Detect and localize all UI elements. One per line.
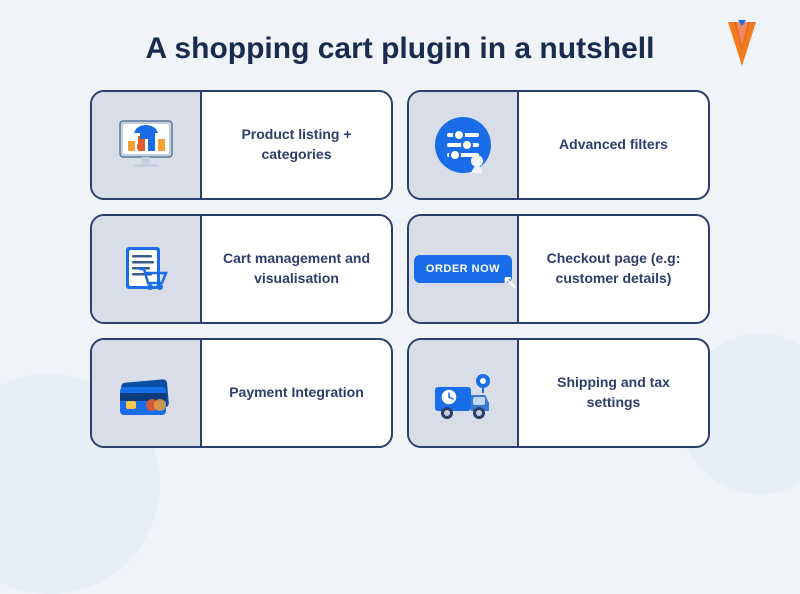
main-container: A shopping cart plugin in a nutshell — [0, 0, 800, 534]
card-text-cart-management: Cart management and visualisation — [202, 239, 391, 298]
card-text-product-listing: Product listing + categories — [202, 115, 391, 174]
card-text-shipping: Shipping and tax settings — [519, 363, 708, 422]
card-icon-shipping — [409, 340, 519, 446]
card-shipping: Shipping and tax settings — [407, 338, 710, 448]
card-icon-payment — [92, 340, 202, 446]
card-label-cart-management: Cart management and visualisation — [216, 249, 377, 288]
card-label-checkout: Checkout page (e.g: customer details) — [533, 249, 694, 288]
card-product-listing: Product listing + categories — [90, 90, 393, 200]
cards-grid: Product listing + categories — [90, 90, 710, 448]
page-title: A shopping cart plugin in a nutshell — [146, 32, 655, 66]
card-text-payment: Payment Integration — [202, 373, 391, 413]
card-label-payment: Payment Integration — [229, 383, 364, 403]
card-advanced-filters: Advanced filters — [407, 90, 710, 200]
card-text-advanced-filters: Advanced filters — [519, 125, 708, 165]
card-icon-advanced-filters — [409, 92, 519, 198]
card-label-advanced-filters: Advanced filters — [559, 135, 668, 155]
card-icon-checkout: ORDER NOW ↖ — [409, 216, 519, 322]
card-icon-cart-management — [92, 216, 202, 322]
card-label-shipping: Shipping and tax settings — [533, 373, 694, 412]
card-checkout: ORDER NOW ↖ Checkout page (e.g: customer… — [407, 214, 710, 324]
card-payment: Payment Integration — [90, 338, 393, 448]
logo — [720, 18, 764, 70]
cursor-icon: ↖ — [502, 272, 518, 293]
card-text-checkout: Checkout page (e.g: customer details) — [519, 239, 708, 298]
card-label-product-listing: Product listing + categories — [216, 125, 377, 164]
card-icon-product-listing — [92, 92, 202, 198]
card-cart-management: Cart management and visualisation — [90, 214, 393, 324]
order-now-button: ORDER NOW ↖ — [414, 255, 512, 283]
